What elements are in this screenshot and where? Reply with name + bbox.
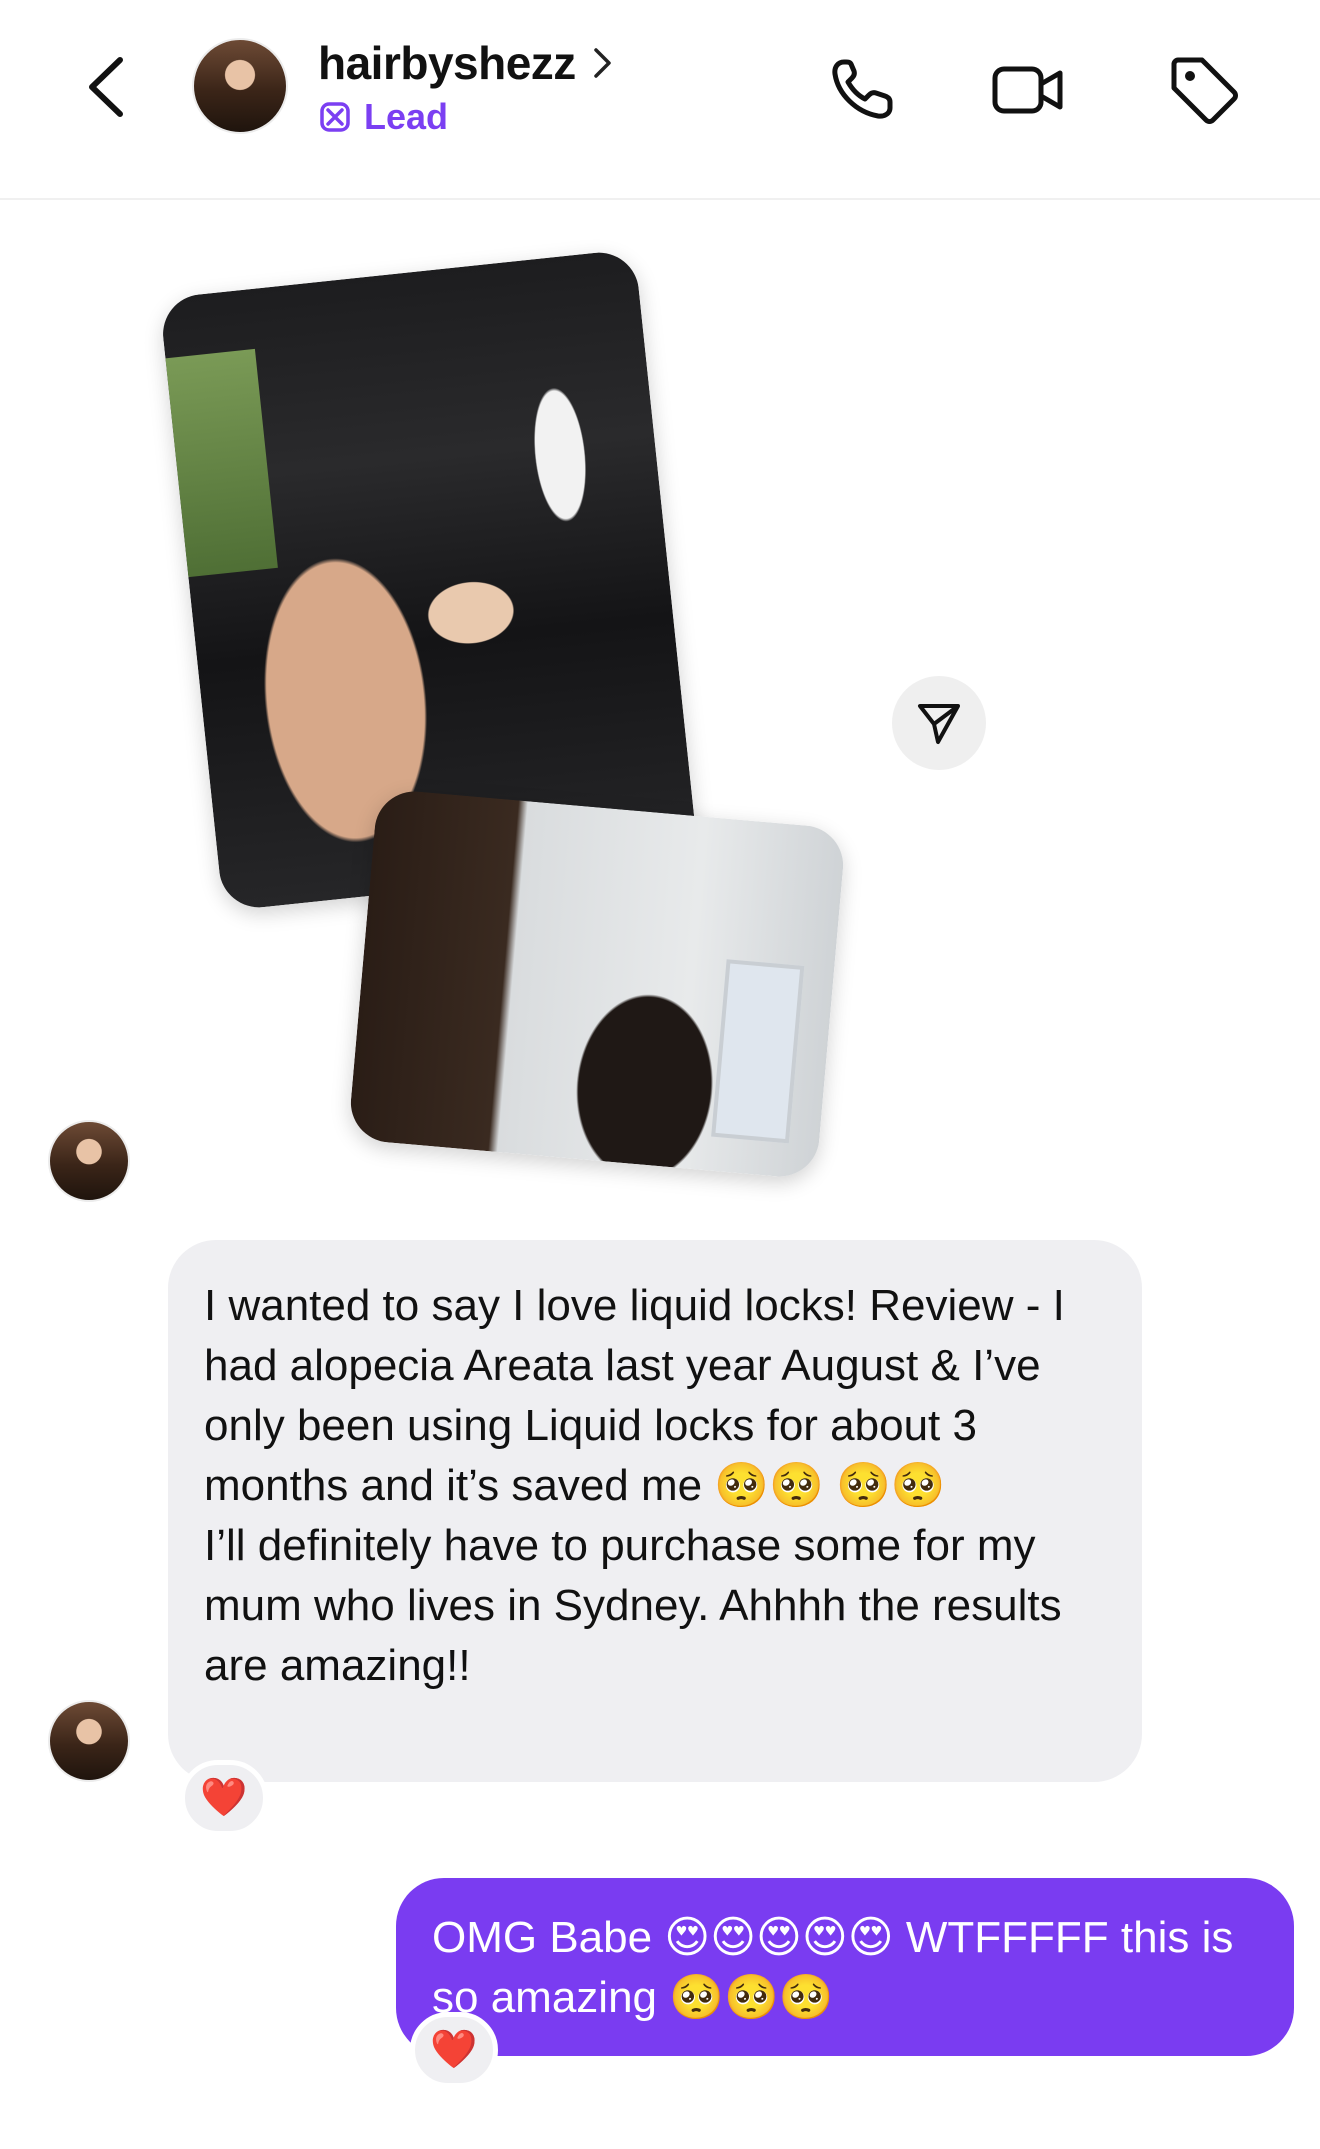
chevron-right-icon [594, 48, 611, 78]
message-reaction[interactable]: ❤️ [180, 1760, 268, 1836]
outgoing-message-bubble[interactable]: OMG Babe 😍😍😍😍😍 WTFFFFF this is so amazin… [396, 1878, 1294, 2056]
profile-name-link[interactable]: hairbyshezz [318, 36, 614, 90]
share-button[interactable] [892, 676, 986, 770]
username: hairbyshezz [318, 37, 576, 89]
dm-thread-screen: hairbyshezz Lead I wanted to say I love … [0, 0, 1320, 2149]
video-camera-icon [992, 66, 1063, 114]
message-text: OMG Babe 😍😍😍😍😍 WTFFFFF this is so amazin… [432, 1913, 1246, 2022]
call-button[interactable] [824, 52, 900, 128]
chevron-left-icon [89, 57, 123, 117]
incoming-message-bubble[interactable]: I wanted to say I love liquid locks! Rev… [168, 1240, 1142, 1782]
message-reaction[interactable]: ❤️ [410, 2012, 498, 2088]
sender-avatar[interactable] [48, 1120, 130, 1202]
message-text: I wanted to say I love liquid locks! Rev… [204, 1281, 1065, 1690]
sender-avatar[interactable] [48, 1700, 130, 1782]
label-button[interactable] [1166, 52, 1242, 128]
share-icon [918, 704, 960, 744]
lead-badge-icon [320, 102, 350, 132]
tag-icon [1171, 57, 1238, 124]
chat-header: hairbyshezz Lead [0, 0, 1320, 200]
video-call-button[interactable] [990, 52, 1066, 128]
phone-icon [832, 59, 893, 119]
lead-badge[interactable]: Lead [318, 96, 448, 138]
shared-photo[interactable] [347, 788, 847, 1180]
lead-label: Lead [364, 96, 449, 137]
back-button[interactable] [80, 52, 140, 122]
profile-avatar[interactable] [192, 38, 288, 134]
